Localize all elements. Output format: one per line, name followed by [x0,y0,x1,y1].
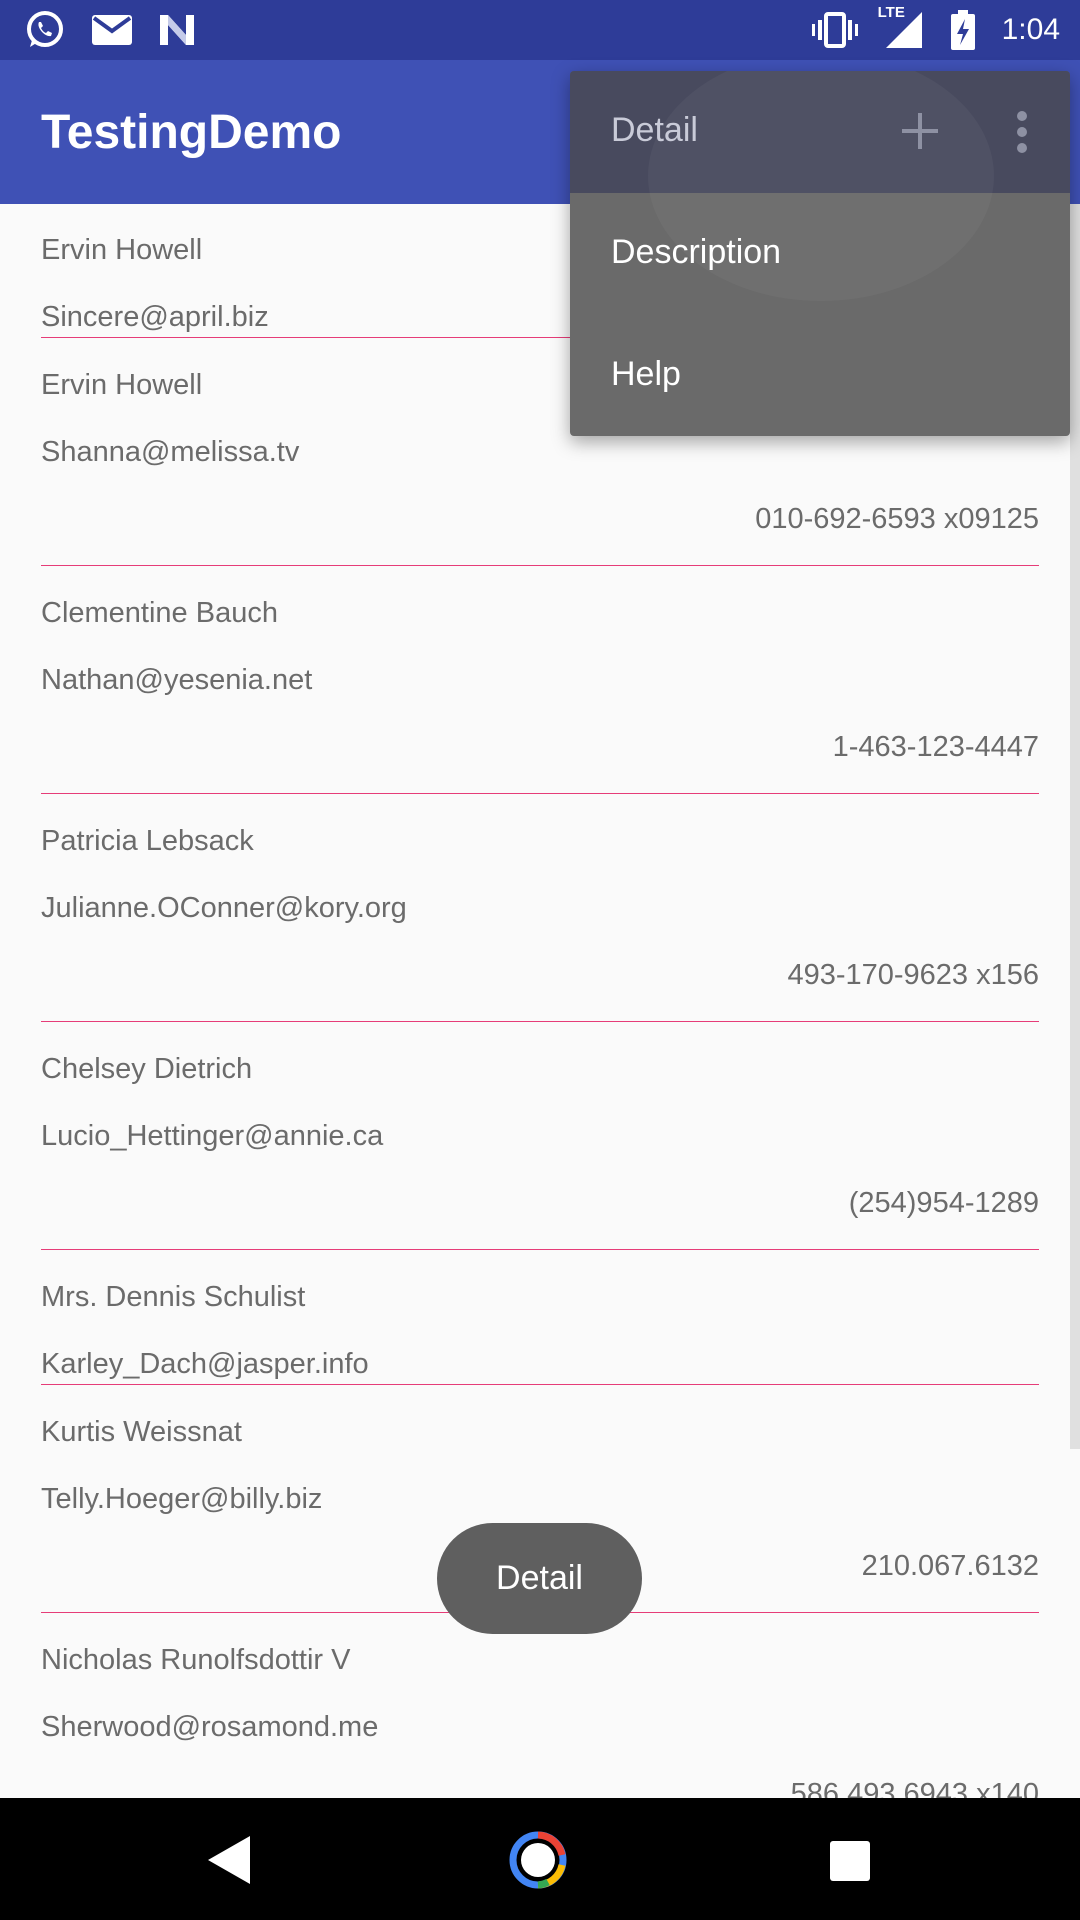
list-divider [41,793,1039,794]
n-icon [160,15,194,45]
contact-name: Ervin Howell [41,369,203,401]
toast-message: Detail [437,1523,642,1634]
home-icon[interactable] [509,1831,567,1889]
recents-icon[interactable] [830,1841,870,1881]
whatsapp-icon [27,11,63,47]
contact-email: Shanna@melissa.tv [41,436,300,468]
contact-name: Clementine Bauch [41,597,278,629]
contact-name: Ervin Howell [41,234,203,266]
contact-name: Mrs. Dennis Schulist [41,1281,306,1313]
back-icon[interactable] [206,1834,252,1886]
contact-email: Lucio_Hettinger@annie.ca [41,1120,384,1152]
contact-email: Sherwood@rosamond.me [41,1711,379,1743]
contact-name: Nicholas Runolfsdottir V [41,1644,351,1676]
contact-email: Karley_Dach@jasper.info [41,1348,369,1380]
contact-name: Kurtis Weissnat [41,1416,242,1448]
list-divider [41,1384,1039,1385]
toast-text: Detail [496,1559,583,1597]
more-vert-icon[interactable] [1016,111,1028,153]
gmail-icon [92,15,132,45]
contact-email: Telly.Hoeger@billy.biz [41,1483,323,1515]
contact-phone: 010-692-6593 x09125 [755,503,1039,535]
list-divider [41,565,1039,566]
add-icon[interactable] [900,111,940,151]
navigation-bar [0,1798,1080,1920]
status-time: 1:04 [1001,13,1060,46]
lte-signal-icon: LTE [878,4,924,50]
menu-item-description[interactable]: Description [611,233,781,272]
contact-phone: 1-463-123-4447 [832,731,1039,763]
menu-item-help[interactable]: Help [611,355,681,394]
status-left-icons [24,9,196,51]
list-divider [41,1249,1039,1250]
status-right-icons: LTE 1:04 [811,4,1060,50]
contact-name: Patricia Lebsack [41,825,254,857]
list-divider [41,1021,1039,1022]
menu-item-detail[interactable]: Detail [611,111,698,150]
contact-phone: 493-170-9623 x156 [787,959,1039,991]
overflow-menu: Detail Description Help [570,71,1070,436]
contact-phone: 210.067.6132 [861,1550,1039,1582]
contact-name: Chelsey Dietrich [41,1053,253,1085]
contact-email: Julianne.OConner@kory.org [41,892,407,924]
contact-phone: 586.493.6943 x140 [790,1778,1039,1798]
battery-charging-icon [950,10,975,50]
app-title: TestingDemo [41,106,342,159]
contact-phone: (254)954-1289 [848,1187,1039,1219]
scrollbar[interactable] [1070,204,1080,1449]
contact-email: Sincere@april.biz [41,301,269,333]
status-bar: LTE 1:04 [0,0,1080,60]
network-label: LTE [877,4,905,21]
vibrate-icon [811,12,858,48]
contact-email: Nathan@yesenia.net [41,664,313,696]
